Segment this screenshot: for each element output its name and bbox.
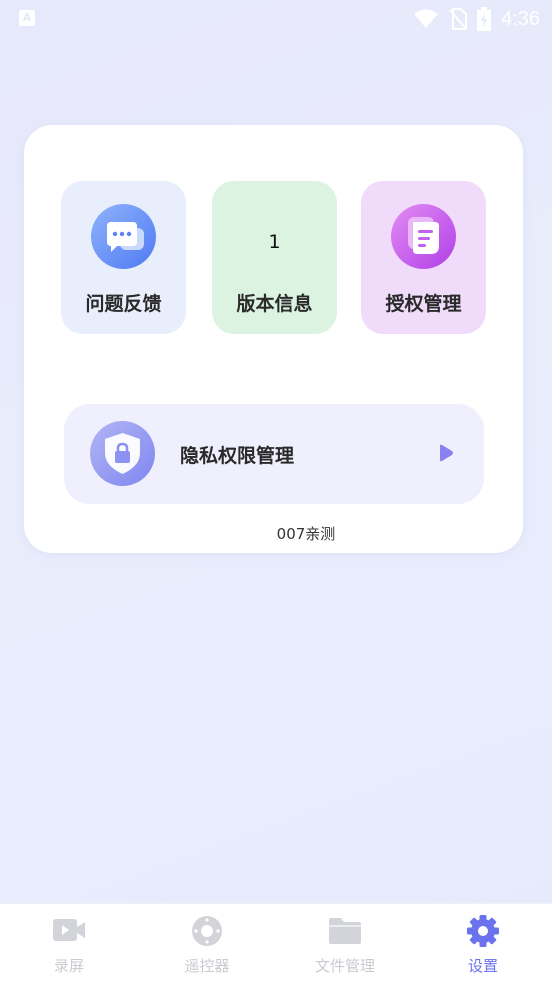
nav-item-file-manager[interactable]: 文件管理 (276, 904, 414, 981)
nav-label-remote: 遥控器 (184, 957, 230, 975)
authorization-label: 授权管理 (385, 293, 462, 315)
nav-item-remote[interactable]: 遥控器 (138, 904, 276, 981)
footnote-text: 007亲测 (276, 525, 336, 543)
status-bar: A 4:36 (0, 0, 552, 38)
document-icon (391, 204, 456, 269)
remote-control-icon (192, 916, 222, 946)
app-notification-icon: A (19, 10, 35, 26)
nav-label-screen-record: 录屏 (53, 957, 84, 975)
battery-charging-icon (477, 7, 492, 31)
version-info-tile[interactable]: 1 版本信息 (212, 181, 337, 334)
chat-bubble-icon (91, 204, 156, 269)
video-camera-icon (53, 919, 85, 941)
feedback-tile[interactable]: 问题反馈 (61, 181, 186, 334)
no-sim-icon (449, 8, 468, 30)
status-icons: 4:36 (413, 6, 540, 32)
version-number: 1 (268, 231, 281, 253)
nav-label-file-manager: 文件管理 (314, 957, 375, 975)
shield-lock-icon (90, 421, 155, 486)
version-info-label: 版本信息 (236, 293, 313, 315)
privacy-permission-row[interactable]: 隐私权限管理 (64, 404, 484, 504)
play-arrow-icon (440, 444, 453, 462)
gear-icon (467, 915, 499, 947)
settings-card: 问题反馈 1 版本信息 授权管理 隐私权限管理 007亲测 (24, 125, 523, 553)
privacy-permission-label: 隐私权限管理 (180, 445, 295, 467)
nav-item-settings[interactable]: 设置 (414, 904, 552, 981)
clock: 4:36 (501, 7, 540, 30)
authorization-tile[interactable]: 授权管理 (361, 181, 486, 334)
folder-icon (329, 918, 361, 944)
nav-item-screen-record[interactable]: 录屏 (0, 904, 138, 981)
feedback-label: 问题反馈 (85, 293, 162, 315)
nav-label-settings: 设置 (467, 957, 498, 975)
bottom-navigation: 录屏 遥控器 文件管理 设置 (0, 903, 552, 981)
wifi-icon (414, 9, 439, 28)
